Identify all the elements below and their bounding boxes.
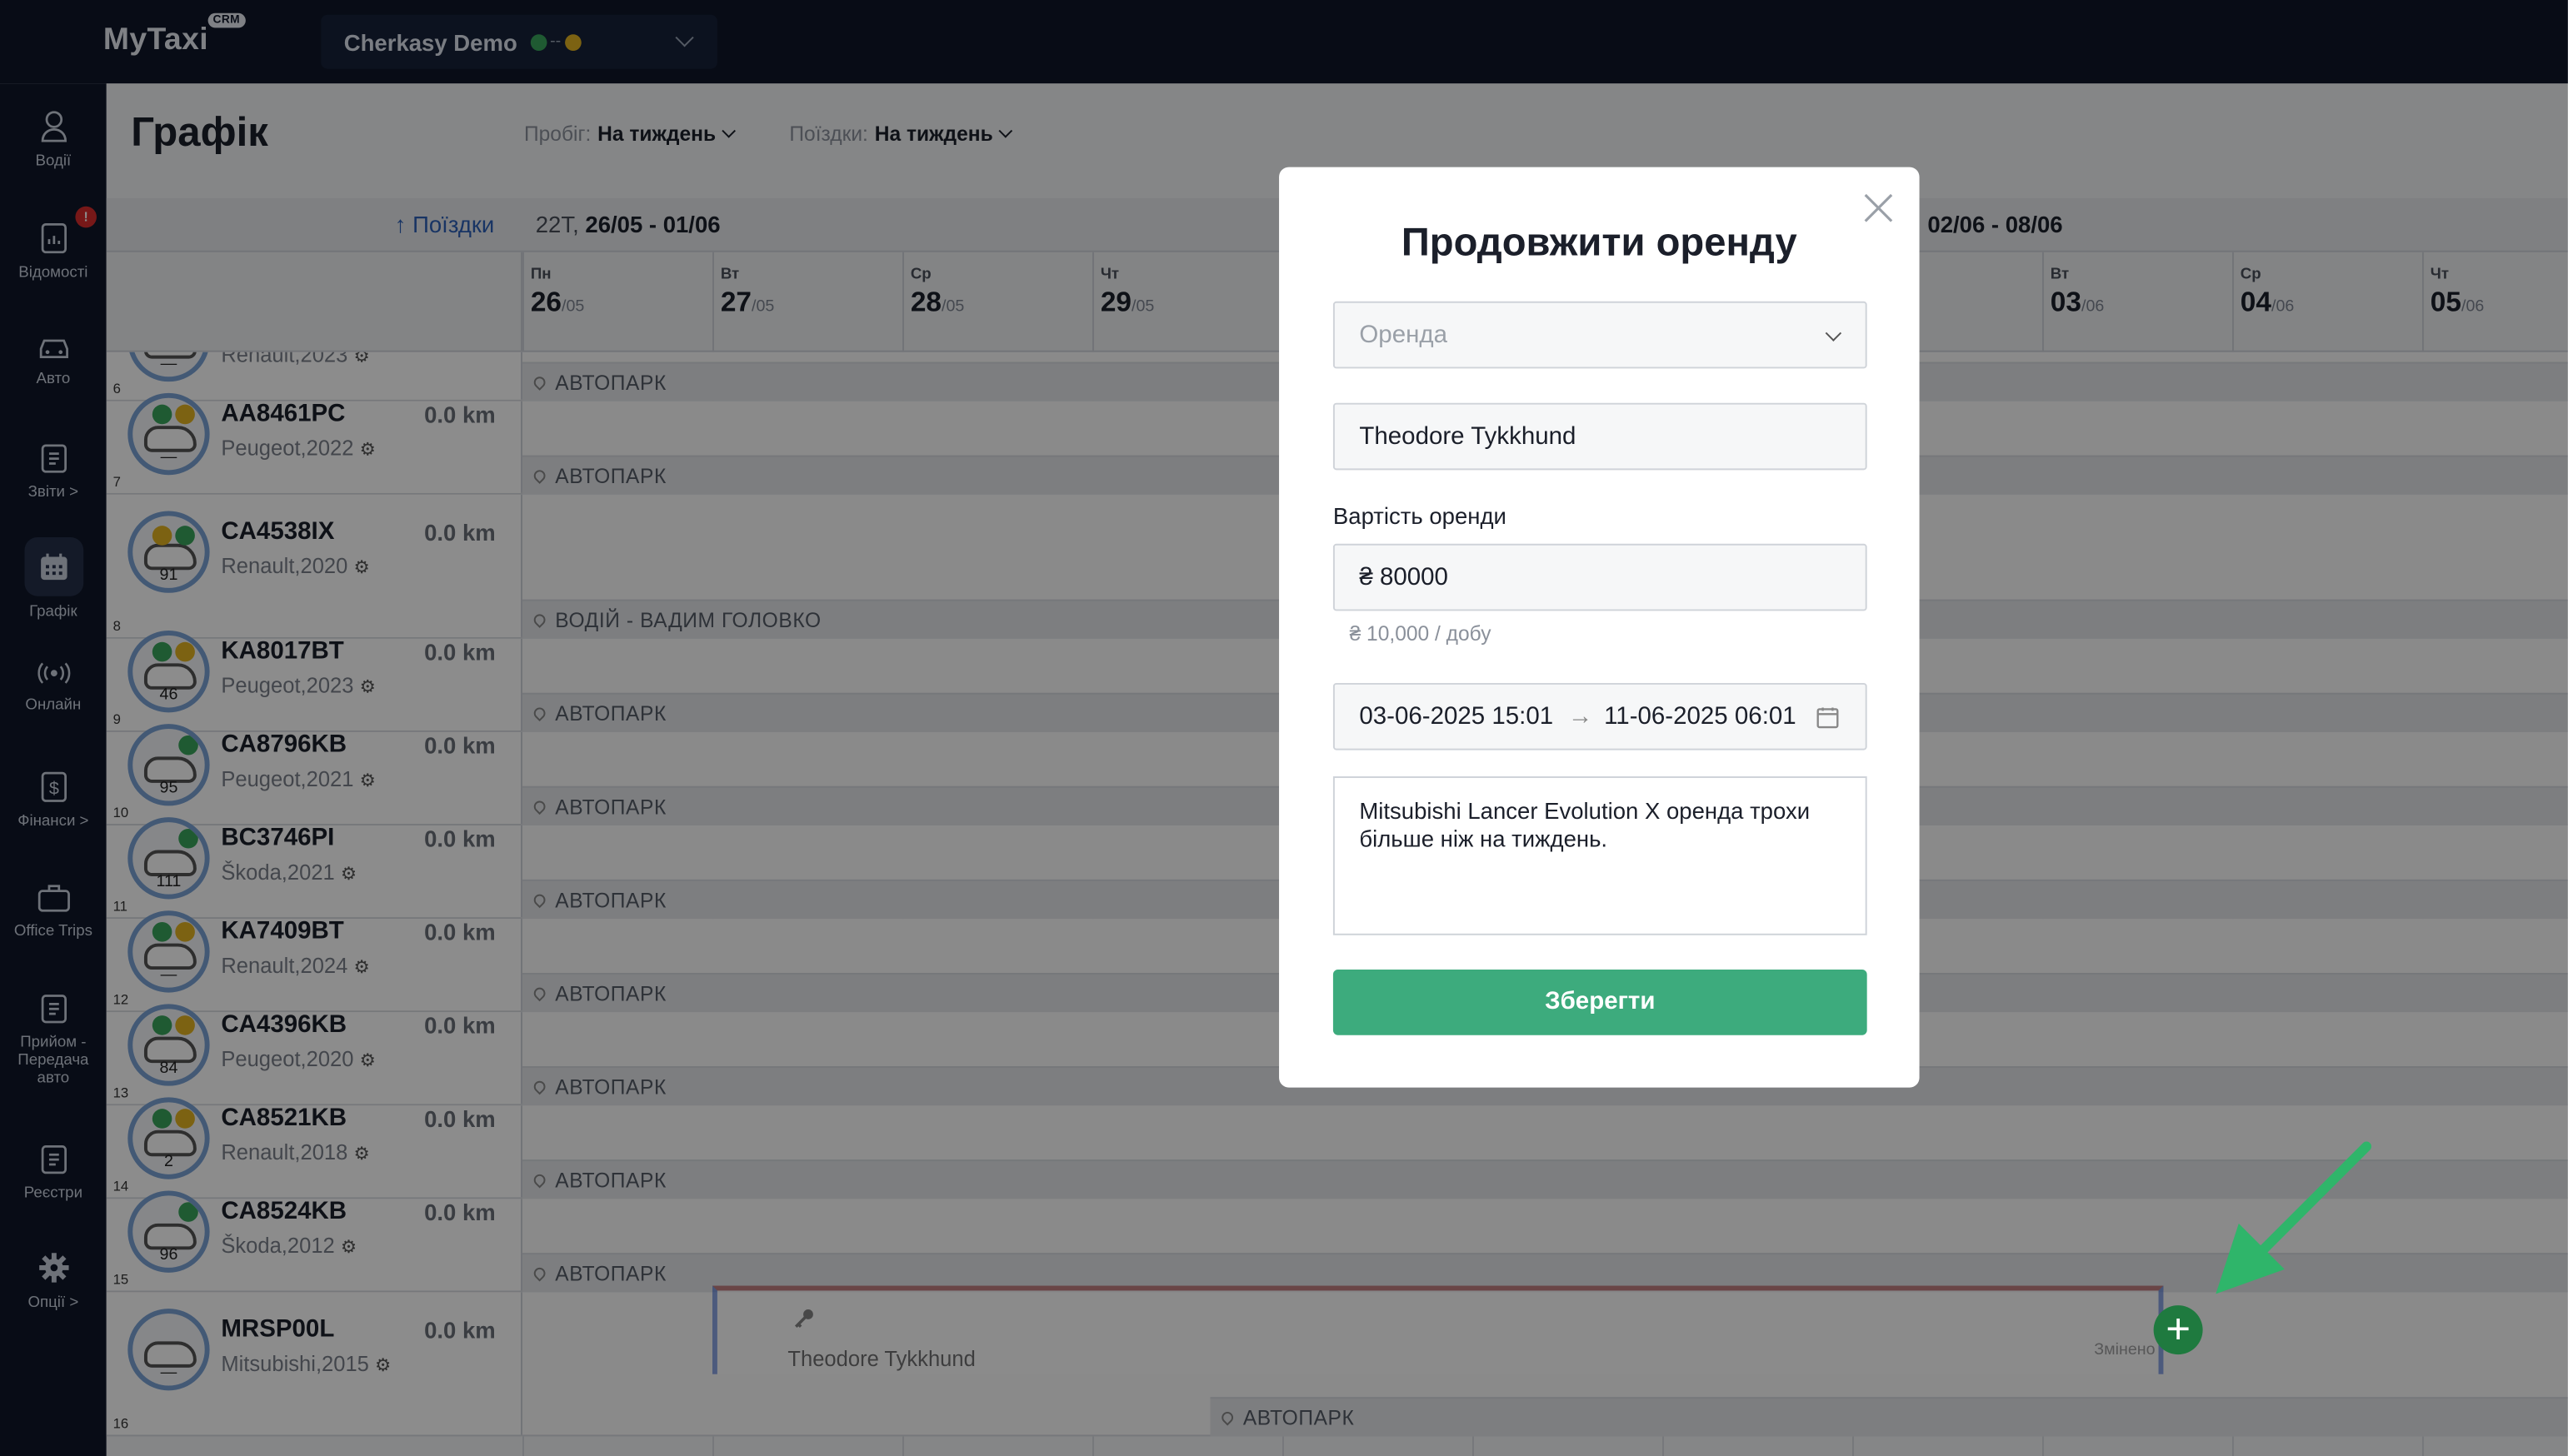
chevron-down-icon (1825, 325, 1842, 342)
calendar-icon (1816, 707, 1839, 729)
rental-type-select[interactable]: Оренда (1332, 301, 1867, 369)
annotation-arrow-icon (2216, 1141, 2372, 1294)
comment-textarea[interactable]: Mitsubishi Lancer Evolution X оренда тро… (1332, 776, 1867, 935)
cost-per-day-hint: ₴ 10,000 / добу (1349, 622, 1491, 646)
add-rental-button[interactable]: + (2153, 1305, 2203, 1355)
date-range-picker[interactable]: 03-06-2025 15:01 → 11-06-2025 06:01 (1332, 682, 1867, 750)
modal-title: Продовжити оренду (1401, 221, 1797, 266)
cost-input[interactable]: ₴ 80000 (1332, 543, 1867, 611)
extend-rental-modal: Продовжити оренду Оренда Theodore Tykkhu… (1279, 167, 1920, 1088)
save-button[interactable]: Зберегти (1332, 970, 1867, 1035)
driver-field[interactable]: Theodore Tykkhund (1332, 402, 1867, 471)
date-from: 03-06-2025 15:01 (1359, 702, 1554, 730)
date-to: 11-06-2025 06:01 (1604, 702, 1796, 730)
cost-label: Вартість оренди (1332, 502, 1506, 530)
date-arrow: → (1567, 702, 1593, 730)
